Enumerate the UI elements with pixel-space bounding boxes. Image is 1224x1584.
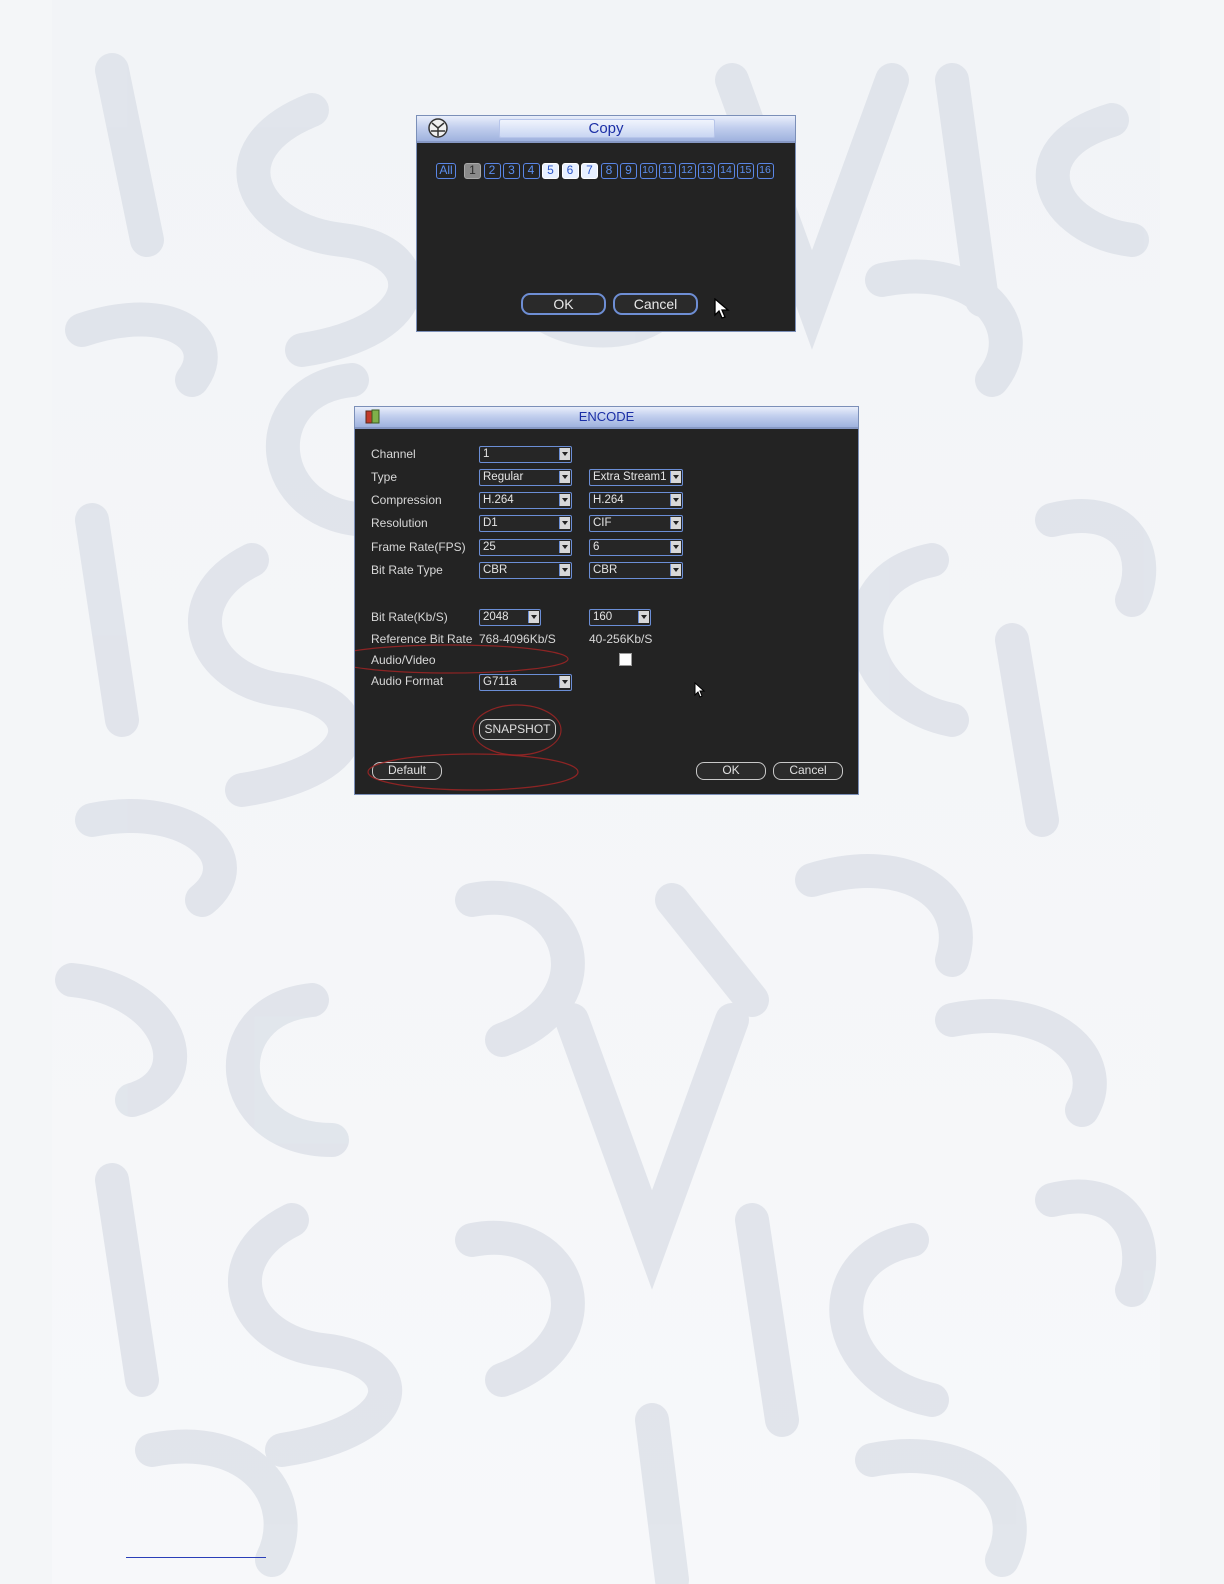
channel-11-button[interactable]: 11: [659, 163, 676, 179]
reference-bit-rate-value: 768-4096Kb/S: [479, 632, 556, 646]
chevron-down-icon: [559, 471, 570, 483]
label-resolution: Resolution: [371, 516, 428, 530]
bit-rate-select[interactable]: 2048: [479, 609, 541, 626]
encode-ok-button[interactable]: OK: [696, 762, 766, 780]
footnote-link-underline: [126, 1557, 266, 1558]
extra-compression-value: H.264: [593, 494, 624, 506]
label-bit-rate-type: Bit Rate Type: [371, 563, 443, 577]
chevron-down-icon: [559, 564, 570, 576]
extra-reference-bit-rate-value: 40-256Kb/S: [589, 632, 653, 646]
channel-16-button[interactable]: 16: [756, 163, 774, 179]
extra-type-value: Extra Stream1: [593, 471, 667, 483]
default-button[interactable]: Default: [372, 762, 442, 780]
chevron-down-icon: [559, 676, 570, 688]
channel-3-button[interactable]: 3: [503, 163, 520, 179]
channel-6-button[interactable]: 6: [561, 163, 579, 179]
label-audio-format: Audio Format: [371, 674, 444, 688]
extra-type-select[interactable]: Extra Stream1: [589, 469, 683, 486]
bit-rate-type-select[interactable]: CBR: [479, 562, 572, 579]
snapshot-button[interactable]: SNAPSHOT: [479, 719, 556, 740]
mouse-cursor-icon: [694, 682, 706, 698]
type-select[interactable]: Regular: [479, 469, 572, 486]
label-frame-rate: Frame Rate(FPS): [371, 540, 466, 554]
label-type: Type: [371, 470, 398, 484]
compression-value: H.264: [483, 494, 514, 506]
copy-cancel-button[interactable]: Cancel: [613, 293, 698, 315]
frame-rate-select[interactable]: 25: [479, 539, 572, 556]
copy-dialog: Copy All 1 2 3 4 5 6 7 8 9 10 11 12 13 14 15 16 OK Canc…: [416, 115, 796, 332]
chevron-down-icon: [670, 564, 681, 576]
extra-compression-select[interactable]: H.264: [589, 492, 683, 509]
chevron-down-icon: [670, 471, 681, 483]
bit-rate-type-value: CBR: [483, 564, 508, 576]
extra-bit-rate-type-value: CBR: [593, 564, 618, 576]
encode-dialog-title: ENCODE: [578, 409, 635, 424]
channel-1-button[interactable]: 1: [464, 163, 481, 179]
channel-15-button[interactable]: 15: [737, 163, 754, 179]
channel-select[interactable]: 1: [479, 446, 572, 463]
chevron-down-icon: [559, 541, 570, 553]
chevron-down-icon: [559, 494, 570, 506]
resolution-value: D1: [483, 517, 498, 529]
chevron-down-icon: [670, 541, 681, 553]
audio-video-checkbox[interactable]: [619, 653, 632, 666]
extra-bit-rate-select[interactable]: 160: [589, 609, 651, 626]
type-value: Regular: [483, 471, 524, 483]
copy-ok-button[interactable]: OK: [521, 293, 606, 315]
channel-5-button[interactable]: 5: [542, 163, 559, 179]
frame-rate-value: 25: [483, 541, 496, 553]
label-channel: Channel: [371, 447, 416, 461]
label-audio-video: Audio/Video: [371, 653, 436, 667]
extra-frame-rate-value: 6: [593, 541, 600, 553]
chevron-down-icon: [528, 611, 539, 623]
encode-cancel-button[interactable]: Cancel: [773, 762, 843, 780]
copy-dialog-title: Copy: [588, 120, 624, 137]
copy-title-bar: Copy: [417, 116, 795, 143]
audio-format-select[interactable]: G711a: [479, 674, 572, 691]
chevron-down-icon: [638, 611, 649, 623]
audio-format-value: G711a: [483, 676, 517, 688]
label-reference-bit-rate: Reference Bit Rate: [371, 632, 473, 646]
channel-14-button[interactable]: 14: [717, 163, 735, 179]
chevron-down-icon: [559, 517, 570, 529]
channel-4-button[interactable]: 4: [522, 163, 540, 179]
extra-bit-rate-value: 160: [593, 611, 613, 623]
channel-2-button[interactable]: 2: [483, 163, 501, 179]
channel-10-button[interactable]: 10: [639, 163, 657, 179]
chevron-down-icon: [670, 517, 681, 529]
extra-frame-rate-select[interactable]: 6: [589, 539, 683, 556]
encode-title-bar: ENCODE: [355, 407, 858, 429]
channel-13-button[interactable]: 13: [698, 163, 715, 179]
compression-select[interactable]: H.264: [479, 492, 572, 509]
encode-dialog-body: Channel Type Compression Resolution Fram…: [355, 429, 858, 794]
mouse-cursor-icon: [714, 298, 730, 319]
label-compression: Compression: [371, 493, 442, 507]
label-bit-rate: Bit Rate(Kb/S): [371, 610, 448, 624]
channel-9-button[interactable]: 9: [620, 163, 637, 179]
channel-all-button[interactable]: All: [436, 163, 456, 179]
chevron-down-icon: [559, 448, 570, 460]
resolution-select[interactable]: D1: [479, 515, 572, 532]
channel-12-button[interactable]: 12: [678, 163, 696, 179]
copy-dialog-body: All 1 2 3 4 5 6 7 8 9 10 11 12 13 14 15 16 OK Cancel: [417, 143, 795, 331]
extra-resolution-value: CIF: [593, 517, 612, 529]
channel-value: 1: [483, 448, 490, 460]
extra-resolution-select[interactable]: CIF: [589, 515, 683, 532]
channel-7-button[interactable]: 7: [581, 163, 598, 179]
bit-rate-value: 2048: [483, 611, 509, 623]
extra-bit-rate-type-select[interactable]: CBR: [589, 562, 683, 579]
chevron-down-icon: [670, 494, 681, 506]
encode-dialog: ENCODE Channel Type Compression Resoluti…: [354, 406, 859, 795]
channel-8-button[interactable]: 8: [600, 163, 618, 179]
